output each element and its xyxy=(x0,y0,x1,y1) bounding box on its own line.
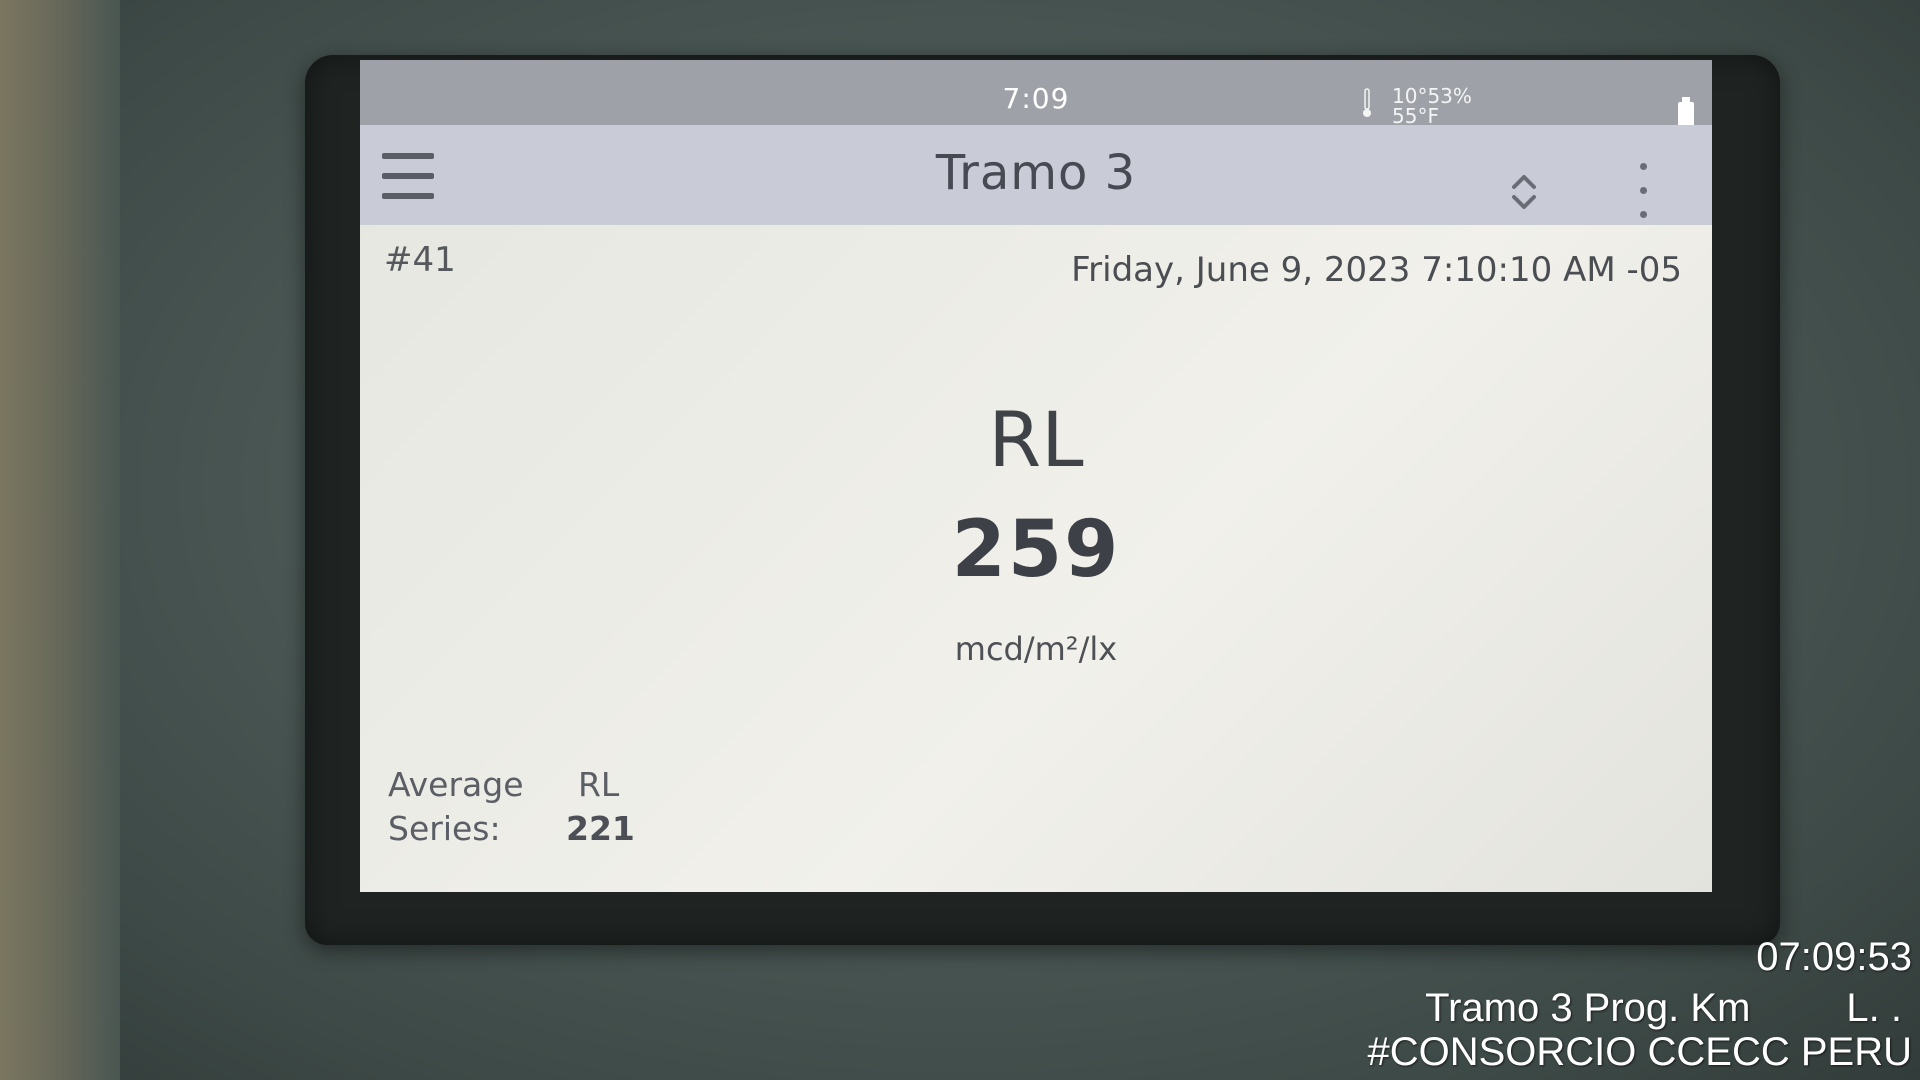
average-series-header: RL xyxy=(578,765,620,804)
watermark-location: Tramo 3 Prog. Km L. . xyxy=(1425,986,1902,1031)
device-screen: 7:09 10°53% 55°F Tramo 3 #41 Friday, Jun… xyxy=(360,60,1712,892)
measurement-label: RL xyxy=(988,395,1084,484)
more-vert-icon[interactable] xyxy=(1634,163,1654,223)
watermark-company: #CONSORCIO CCECC PERU xyxy=(1367,1030,1912,1074)
measurement-value: 259 xyxy=(951,505,1121,595)
thermometer-icon xyxy=(1363,88,1371,117)
temperature-value: 55°F xyxy=(1392,104,1439,128)
watermark-time: 07:09:53 xyxy=(1756,935,1912,979)
series-label: Series: xyxy=(388,809,501,848)
status-bar: 7:09 10°53% 55°F xyxy=(360,60,1712,128)
average-series-value: 221 xyxy=(566,809,635,848)
record-timestamp: Friday, June 9, 2023 7:10:10 AM -05 xyxy=(1071,250,1682,290)
watermark-location-text: Tramo 3 Prog. Km xyxy=(1425,986,1751,1030)
sort-icon[interactable] xyxy=(1506,169,1542,213)
record-number: #41 xyxy=(384,240,456,280)
status-time: 7:09 xyxy=(1002,82,1070,115)
device-housing-edge xyxy=(0,0,120,1080)
environment-readout: 10°53% 55°F xyxy=(1363,86,1472,128)
app-bar: Tramo 3 xyxy=(360,125,1712,225)
measurement-unit: mcd/m²/lx xyxy=(954,630,1118,668)
humidity-row: 10°53% xyxy=(1380,86,1472,106)
average-label: Average xyxy=(388,765,524,804)
watermark-location-suffix: L. . xyxy=(1846,986,1902,1030)
